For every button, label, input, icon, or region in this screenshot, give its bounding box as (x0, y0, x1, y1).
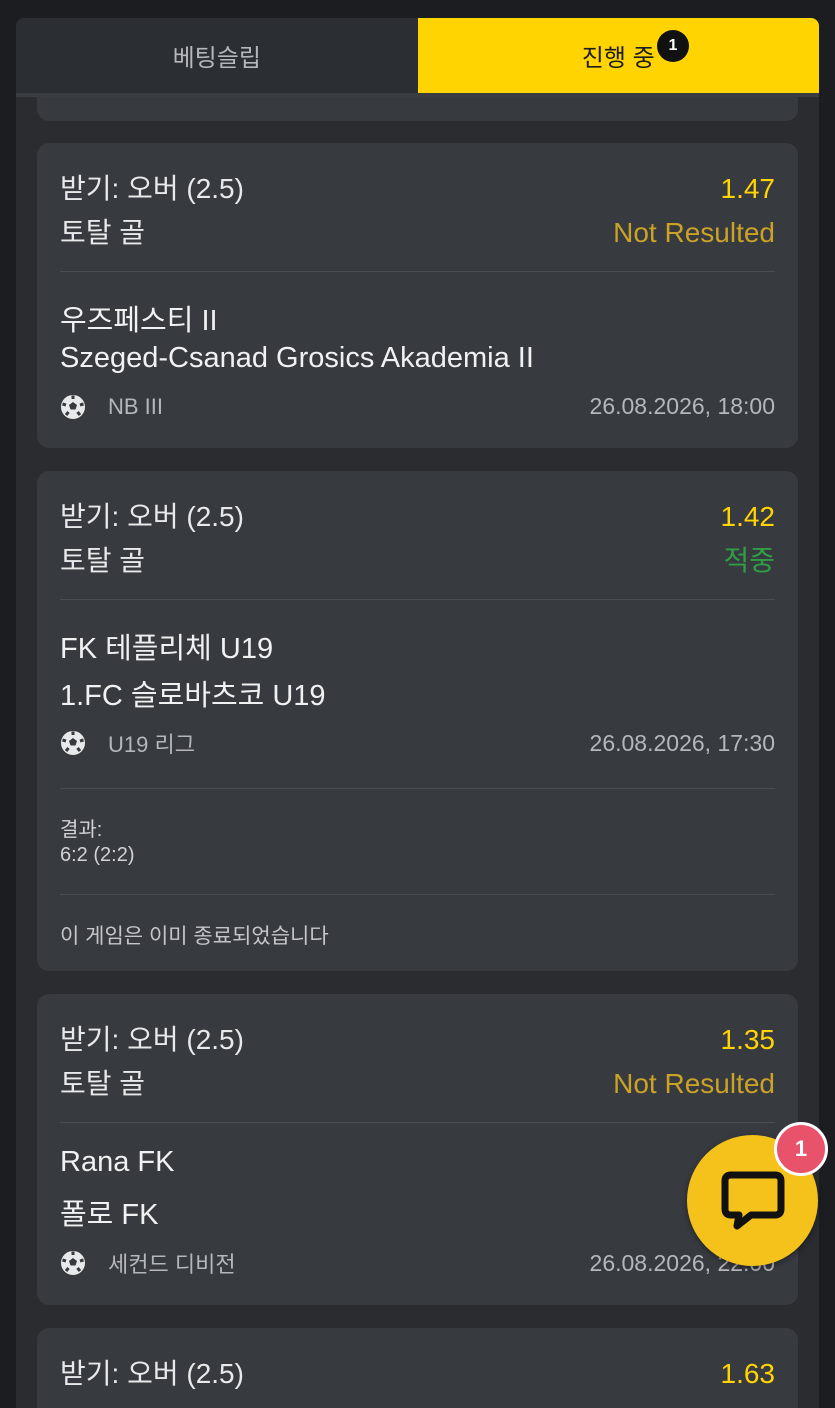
league-name: U19 리그 (108, 732, 195, 757)
bet-market: 토탈 골 (60, 217, 146, 248)
home-team: 우즈페스티 II (60, 305, 218, 337)
home-team: Rana FK (60, 1146, 175, 1178)
bet-selection: 받기: 오버 (2.5) (60, 173, 244, 204)
bet-selection: 받기: 오버 (2.5) (60, 501, 244, 532)
divider (60, 599, 775, 600)
result-score: 6:2 (2:2) (60, 844, 135, 866)
soccer-ball-icon (61, 394, 85, 419)
match-datetime: 26.08.2026, 18:00 (589, 393, 775, 419)
bet-tabs: 베팅슬립 진행 중 (16, 18, 819, 93)
bet-market: 토탈 골 (60, 545, 146, 576)
away-team: 1.FC 슬로바츠코 U19 (60, 680, 326, 712)
bet-odds: 1.63 (720, 1358, 776, 1389)
match-datetime: 26.08.2026, 17:30 (589, 729, 775, 756)
bet-selection: 받기: 오버 (2.5) (60, 1024, 244, 1055)
bet-card: 받기: 오버 (2.5) 1.35 토탈 골 Not Resulted Rana… (37, 994, 798, 1305)
bet-odds: 1.35 (720, 1024, 776, 1055)
bet-card: 받기: 오버 (2.5) 1.42 토탈 골 적중 FK 테플리체 U19 1.… (37, 471, 798, 971)
away-team: 폴로 FK (60, 1199, 159, 1231)
in-progress-count-badge: 1 (657, 30, 689, 62)
bet-status: Not Resulted (613, 1068, 775, 1099)
tab-betslip-label: 베팅슬립 (172, 45, 261, 72)
chat-bubble-icon (721, 1171, 784, 1229)
result-label: 결과: (60, 819, 103, 841)
bet-card: 받기: 오버 (2.5) 1.47 토탈 골 Not Resulted 우즈페스… (37, 143, 798, 448)
league-name: NB III (108, 393, 164, 419)
divider (60, 1122, 775, 1123)
bet-odds: 1.42 (720, 501, 776, 532)
home-team: FK 테플리체 U19 (60, 633, 274, 665)
tab-in-progress[interactable]: 진행 중 (417, 18, 819, 93)
bet-market: 토탈 골 (60, 1068, 146, 1099)
league-name: 세컨드 디비전 (108, 1252, 236, 1277)
bet-odds: 1.47 (720, 173, 776, 204)
soccer-ball-icon (61, 1251, 85, 1275)
divider (60, 788, 775, 789)
tab-in-progress-label: 진행 중 (581, 45, 655, 72)
bet-status: Not Resulted (613, 217, 775, 248)
away-team: Szeged-Csanad Grosics Akademia II (60, 342, 534, 374)
bet-status: 적중 (723, 545, 775, 576)
soccer-ball-icon (61, 731, 85, 755)
bet-selection: 받기: 오버 (2.5) (60, 1358, 244, 1389)
divider (60, 894, 775, 895)
game-ended-note: 이 게임은 이미 종료되었습니다 (60, 925, 329, 948)
tab-betslip[interactable]: 베팅슬립 (16, 18, 418, 93)
previous-bet-card (37, 97, 798, 121)
divider (60, 271, 775, 272)
chat-unread-badge: 1 (774, 1122, 828, 1176)
bet-card: 받기: 오버 (2.5) 1.63 (37, 1328, 798, 1408)
